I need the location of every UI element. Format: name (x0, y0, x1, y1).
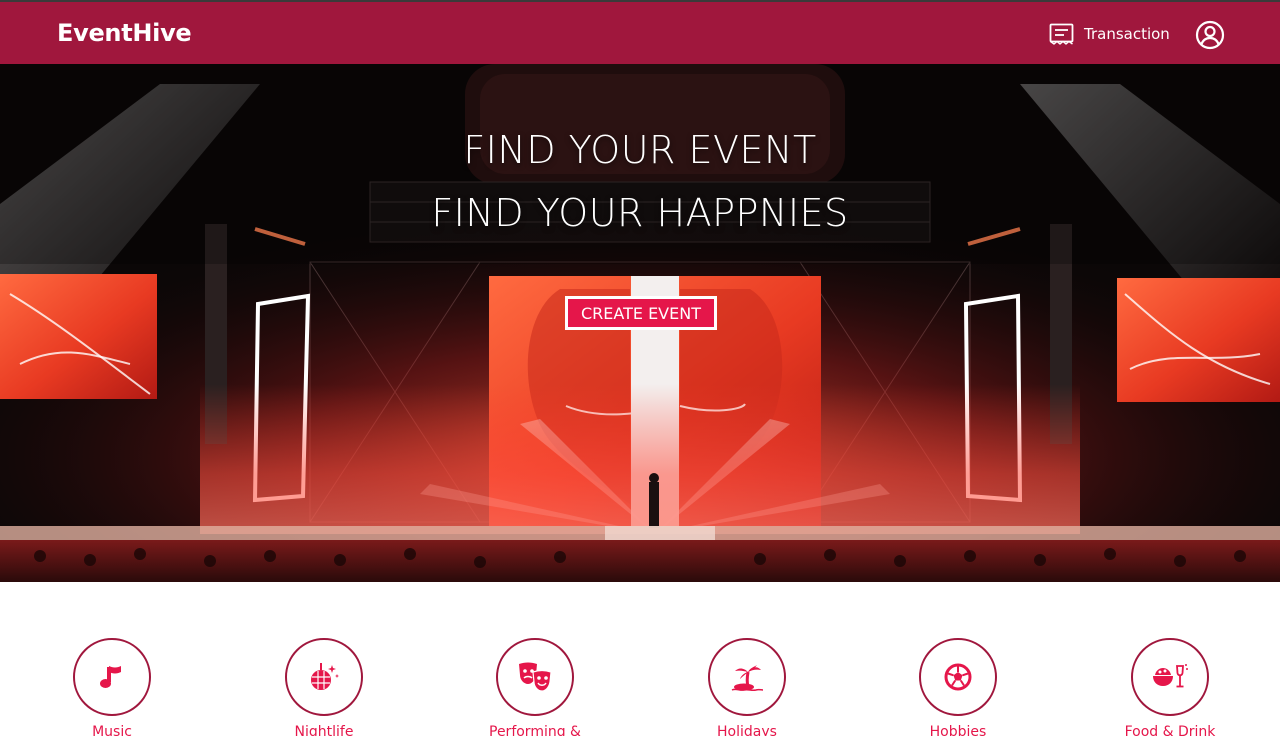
category-performing-arts[interactable]: Performing & (455, 638, 615, 736)
music-note-icon (100, 666, 121, 688)
hero-headline-line-1: FIND YOUR EVENT (463, 128, 817, 172)
category-food-drink[interactable]: Food & Drink (1090, 638, 1250, 736)
category-label: Food & Drink (1124, 724, 1216, 736)
category-icon-circle (708, 638, 786, 716)
category-label: Holidays (717, 724, 777, 736)
category-nightlife[interactable]: Nightlife (244, 638, 404, 736)
theater-masks-icon (519, 662, 552, 692)
category-icon-circle (73, 638, 151, 716)
category-label: Music (92, 724, 132, 736)
category-list: Music Nightlife Performing & Holidays Ho… (0, 582, 1280, 736)
transaction-label: Transaction (1084, 25, 1170, 43)
category-holidays[interactable]: Holidays (667, 638, 827, 736)
hero-headline-line-2: FIND YOUR HAPPNIES (431, 191, 849, 235)
brand-logo[interactable]: EventHive (57, 19, 192, 47)
category-label: Performing & (489, 724, 581, 736)
soccer-ball-icon (944, 663, 972, 691)
island-icon (731, 665, 764, 692)
create-event-button[interactable]: CREATE EVENT (565, 296, 717, 330)
top-navbar: EventHive Transaction (0, 0, 1280, 64)
category-label: Nightlife (294, 724, 354, 736)
category-icon-circle (1131, 638, 1209, 716)
disco-ball-icon (311, 663, 339, 690)
category-icon-circle (285, 638, 363, 716)
user-account-icon[interactable] (1195, 20, 1225, 50)
transaction-link[interactable]: Transaction (1049, 21, 1170, 47)
food-drink-icon (1153, 664, 1188, 688)
category-icon-circle (496, 638, 574, 716)
receipt-icon (1049, 23, 1074, 45)
category-music[interactable]: Music (32, 638, 192, 736)
category-label: Hobbies (929, 724, 987, 736)
category-hobbies[interactable]: Hobbies (878, 638, 1038, 736)
category-icon-circle (919, 638, 997, 716)
hero-banner: FIND YOUR EVENT FIND YOUR HAPPNIES CREAT… (0, 64, 1280, 582)
